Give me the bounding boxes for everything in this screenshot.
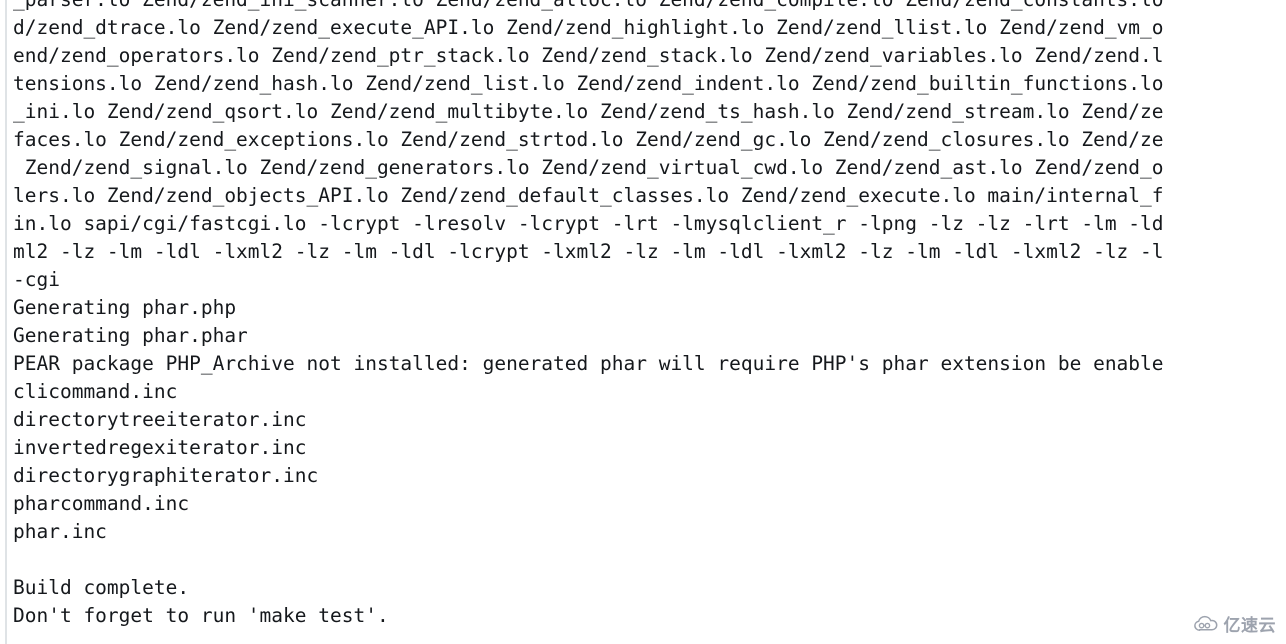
terminal-line: d/zend_dtrace.lo Zend/zend_execute_API.l… (13, 16, 1164, 39)
terminal-line: Don't forget to run 'make test'. (13, 604, 389, 627)
terminal-line: pharcommand.inc (13, 492, 190, 515)
terminal-line: Build complete. (13, 576, 190, 599)
terminal-line: invertedregexiterator.inc (13, 436, 307, 459)
terminal-line: Generating phar.php (13, 296, 237, 319)
terminal-line: _parser.lo Zend/zend_ini_scanner.lo Zend… (13, 0, 1286, 14)
terminal-line: directorygraphiterator.inc (13, 464, 319, 487)
terminal-line: PEAR package PHP_Archive not installed: … (13, 352, 1164, 375)
terminal-line: Generating phar.phar (13, 324, 248, 347)
terminal-line: lers.lo Zend/zend_objects_API.lo Zend/ze… (13, 184, 1164, 207)
terminal-output[interactable]: _parser.lo Zend/zend_ini_scanner.lo Zend… (13, 0, 1286, 630)
terminal-line: faces.lo Zend/zend_exceptions.lo Zend/ze… (13, 128, 1164, 151)
watermark-text: 亿速云 (1223, 616, 1276, 636)
terminal-line: phar.inc (13, 520, 107, 543)
terminal-screen: _parser.lo Zend/zend_ini_scanner.lo Zend… (0, 0, 1286, 644)
terminal-line: -cgi (13, 268, 60, 291)
terminal-line: in.lo sapi/cgi/fastcgi.lo -lcrypt -lreso… (13, 212, 1164, 235)
terminal-line: tensions.lo Zend/zend_hash.lo Zend/zend_… (13, 72, 1164, 95)
terminal-line: clicommand.inc (13, 380, 178, 403)
pane-left-divider (5, 0, 7, 644)
terminal-line: Zend/zend_signal.lo Zend/zend_generators… (13, 156, 1164, 179)
terminal-line: ml2 -lz -lm -ldl -lxml2 -lz -lm -ldl -lc… (13, 240, 1164, 263)
watermark: 亿速云 (1193, 611, 1277, 636)
terminal-line: end/zend_operators.lo Zend/zend_ptr_stac… (13, 44, 1164, 67)
cloud-icon (1193, 615, 1219, 633)
terminal-line: directorytreeiterator.inc (13, 408, 307, 431)
terminal-line: _ini.lo Zend/zend_qsort.lo Zend/zend_mul… (13, 100, 1164, 123)
